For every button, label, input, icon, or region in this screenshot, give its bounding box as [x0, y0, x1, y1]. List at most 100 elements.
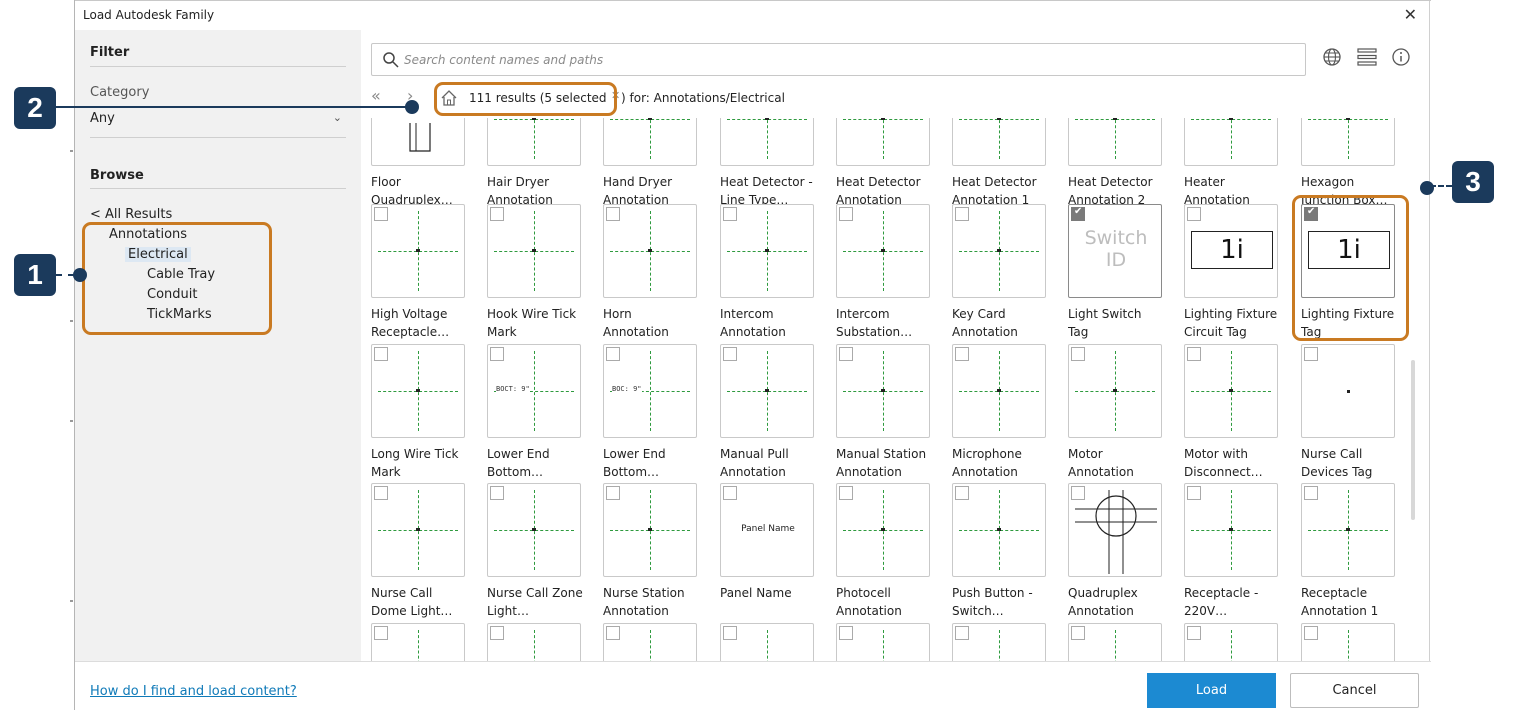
family-tile[interactable]	[603, 623, 697, 661]
scrollbar[interactable]	[1411, 360, 1415, 520]
select-checkbox[interactable]	[839, 486, 853, 500]
preview-symbol	[765, 249, 769, 252]
family-tile[interactable]: Switch ID	[1068, 204, 1162, 298]
select-checkbox[interactable]	[490, 347, 504, 361]
close-icon[interactable]: ✕	[1404, 5, 1417, 24]
family-tile[interactable]	[487, 204, 581, 298]
family-tile[interactable]: BOC: 9"	[603, 344, 697, 438]
info-icon[interactable]	[1390, 46, 1412, 68]
select-checkbox[interactable]	[839, 347, 853, 361]
family-tile[interactable]	[371, 118, 465, 166]
family-tile[interactable]	[1068, 344, 1162, 438]
select-checkbox[interactable]	[1071, 486, 1085, 500]
select-checkbox[interactable]	[723, 486, 737, 500]
select-checkbox[interactable]	[955, 207, 969, 221]
family-tile[interactable]	[371, 623, 465, 661]
select-checkbox[interactable]	[374, 207, 388, 221]
select-checkbox[interactable]	[606, 486, 620, 500]
family-tile[interactable]	[487, 118, 581, 166]
category-dropdown[interactable]: Any ⌄	[90, 111, 346, 137]
select-checkbox[interactable]	[374, 486, 388, 500]
tile-label-line-2: Annotation	[952, 325, 1018, 339]
family-tile[interactable]	[720, 344, 814, 438]
select-checkbox[interactable]	[955, 347, 969, 361]
family-tile[interactable]	[720, 204, 814, 298]
select-checkbox[interactable]	[490, 486, 504, 500]
help-link[interactable]: How do I find and load content?	[90, 684, 297, 699]
select-checkbox[interactable]	[955, 626, 969, 640]
family-tile[interactable]	[836, 118, 930, 166]
list-view-icon[interactable]	[1356, 46, 1378, 68]
family-tile[interactable]	[603, 483, 697, 577]
family-tile[interactable]	[1068, 483, 1162, 577]
family-tile[interactable]	[836, 483, 930, 577]
family-tile[interactable]	[371, 344, 465, 438]
select-checkbox[interactable]	[606, 207, 620, 221]
family-tile[interactable]: BOCT: 9"	[487, 344, 581, 438]
family-tile[interactable]	[836, 204, 930, 298]
family-tile[interactable]	[1068, 118, 1162, 166]
family-tile[interactable]	[1184, 483, 1278, 577]
select-checkbox[interactable]	[490, 626, 504, 640]
family-tile[interactable]	[952, 204, 1046, 298]
select-checkbox[interactable]	[1304, 347, 1318, 361]
family-tile[interactable]	[836, 344, 930, 438]
family-tile[interactable]	[603, 204, 697, 298]
select-checkbox[interactable]	[723, 347, 737, 361]
cancel-button[interactable]: Cancel	[1290, 673, 1419, 708]
select-checkbox[interactable]	[606, 626, 620, 640]
select-checkbox[interactable]	[1187, 486, 1201, 500]
family-tile[interactable]	[487, 623, 581, 661]
family-tile[interactable]: Panel Name	[720, 483, 814, 577]
select-checkbox[interactable]	[490, 207, 504, 221]
search-input[interactable]	[404, 50, 1284, 70]
select-checkbox[interactable]	[1071, 626, 1085, 640]
family-tile[interactable]	[952, 118, 1046, 166]
select-checkbox[interactable]	[723, 207, 737, 221]
divider	[90, 66, 346, 67]
select-checkbox[interactable]	[1304, 626, 1318, 640]
select-checkbox[interactable]	[1187, 626, 1201, 640]
tile-label: Lower End Bottom…	[603, 445, 715, 481]
family-tile[interactable]	[952, 623, 1046, 661]
family-tile[interactable]	[1068, 623, 1162, 661]
select-checkbox[interactable]	[723, 626, 737, 640]
family-tile[interactable]	[1301, 118, 1395, 166]
family-tile[interactable]: 1i	[1184, 204, 1278, 298]
guide-line	[650, 630, 651, 661]
globe-icon[interactable]	[1321, 46, 1343, 68]
family-tile[interactable]	[836, 623, 930, 661]
select-checkbox[interactable]	[955, 486, 969, 500]
back-button[interactable]: «	[371, 86, 387, 106]
select-checkbox[interactable]	[1071, 347, 1085, 361]
family-tile[interactable]	[371, 483, 465, 577]
select-checkbox[interactable]	[374, 347, 388, 361]
family-tile[interactable]	[487, 483, 581, 577]
tree-item-all-results[interactable]: < All Results	[90, 207, 172, 222]
tile-label: Light Switch Tag	[1068, 305, 1180, 341]
family-tile[interactable]	[720, 118, 814, 166]
divider	[90, 137, 346, 138]
select-checkbox[interactable]	[1187, 347, 1201, 361]
family-tile[interactable]	[1301, 483, 1395, 577]
select-checkbox[interactable]	[606, 347, 620, 361]
family-tile[interactable]	[1184, 344, 1278, 438]
family-tile[interactable]	[1301, 344, 1395, 438]
family-tile[interactable]	[1184, 623, 1278, 661]
family-tile[interactable]	[952, 344, 1046, 438]
family-tile[interactable]	[603, 118, 697, 166]
family-tile[interactable]	[371, 204, 465, 298]
select-checkbox[interactable]	[839, 207, 853, 221]
select-checkbox[interactable]	[1304, 486, 1318, 500]
family-tile[interactable]	[952, 483, 1046, 577]
select-checkbox[interactable]	[1071, 206, 1085, 221]
select-checkbox[interactable]	[839, 626, 853, 640]
select-checkbox[interactable]	[374, 626, 388, 640]
family-tile[interactable]	[1184, 118, 1278, 166]
tile-label-line-1: Manual Pull	[720, 447, 789, 461]
family-tile[interactable]	[720, 623, 814, 661]
select-checkbox[interactable]	[1187, 207, 1201, 221]
tile-label: Lower End Bottom…	[487, 445, 599, 481]
family-tile[interactable]	[1301, 623, 1395, 661]
load-button[interactable]: Load	[1147, 673, 1276, 708]
